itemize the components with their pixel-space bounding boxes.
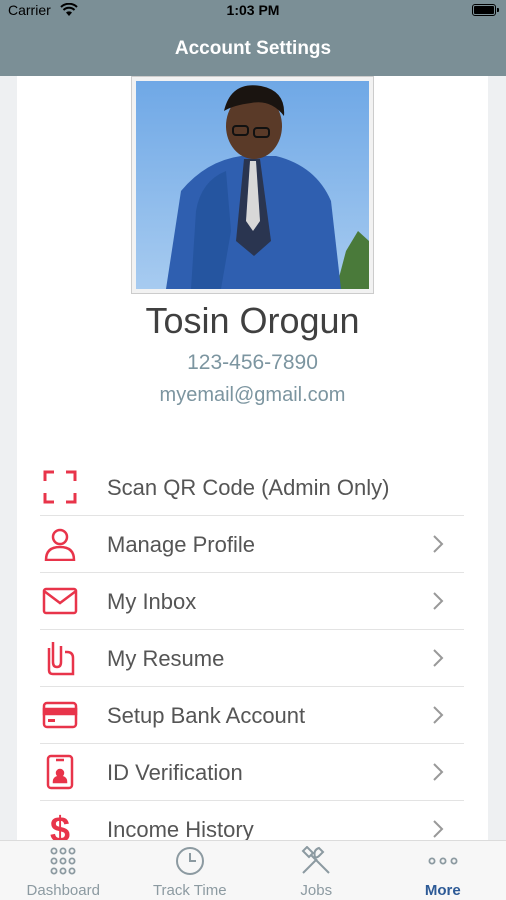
navigation-bar: Account Settings xyxy=(0,22,506,76)
profile-photo-frame xyxy=(131,76,374,294)
menu-item-label: Scan QR Code (Admin Only) xyxy=(107,475,390,500)
profile-photo xyxy=(136,81,369,289)
menu-item-label: Setup Bank Account xyxy=(107,703,306,728)
menu-item-label: My Resume xyxy=(107,646,225,671)
page-title: Account Settings xyxy=(174,38,332,59)
person-icon xyxy=(40,526,80,562)
tab-label: More xyxy=(424,882,461,899)
tab-label: Dashboard xyxy=(26,882,100,899)
tab-more[interactable]: More xyxy=(380,841,506,900)
chevron-right-icon xyxy=(433,649,444,667)
menu-item-my-resume[interactable]: My Resume xyxy=(40,630,464,687)
profile-name: Tosin Orogun xyxy=(145,300,360,341)
profile-email: myemail@gmail.com xyxy=(159,384,346,406)
tab-dashboard[interactable]: Dashboard xyxy=(0,841,127,900)
chevron-right-icon xyxy=(433,592,444,610)
svg-text:$: $ xyxy=(50,811,70,840)
battery-icon xyxy=(472,4,499,16)
menu-item-income-history[interactable]: $ Income History xyxy=(40,801,464,840)
qr-scan-icon xyxy=(40,469,80,505)
tab-label: Jobs xyxy=(300,882,333,899)
chevron-right-icon xyxy=(433,763,444,781)
menu-item-label: My Inbox xyxy=(107,589,197,614)
menu-item-id-verification[interactable]: ID Verification xyxy=(40,744,464,801)
tab-label: Track Time xyxy=(152,882,227,899)
settings-menu: Scan QR Code (Admin Only) Manage Profile… xyxy=(40,459,464,840)
status-bar: Carrier 1:03 PM xyxy=(0,0,506,22)
envelope-icon xyxy=(40,583,80,619)
chevron-right-icon xyxy=(433,820,444,838)
id-badge-icon xyxy=(40,754,80,790)
tab-bar: Dashboard Track Time Jobs More xyxy=(0,840,506,900)
menu-item-setup-bank-account[interactable]: Setup Bank Account xyxy=(40,687,464,744)
tools-icon xyxy=(301,846,330,874)
menu-item-my-inbox[interactable]: My Inbox xyxy=(40,573,464,630)
clock-icon xyxy=(175,847,204,875)
chevron-right-icon xyxy=(433,535,444,553)
grid-icon xyxy=(50,847,76,875)
more-dots-icon xyxy=(428,857,458,865)
menu-item-label: Income History xyxy=(107,817,254,840)
dollar-icon: $ xyxy=(40,811,80,840)
chevron-right-icon xyxy=(433,706,444,724)
tab-jobs[interactable]: Jobs xyxy=(253,841,380,900)
paperclip-document-icon xyxy=(40,640,80,676)
tab-track-time[interactable]: Track Time xyxy=(127,841,254,900)
profile-phone: 123-456-7890 xyxy=(187,351,318,374)
menu-item-label: Manage Profile xyxy=(107,532,255,557)
status-time: 1:03 PM xyxy=(226,2,280,18)
menu-item-label: ID Verification xyxy=(107,760,243,785)
credit-card-icon xyxy=(40,697,80,733)
menu-item-scan-qr[interactable]: Scan QR Code (Admin Only) xyxy=(40,459,464,516)
profile-card: Tosin Orogun 123-456-7890 myemail@gmail.… xyxy=(17,76,488,840)
menu-item-manage-profile[interactable]: Manage Profile xyxy=(40,516,464,573)
